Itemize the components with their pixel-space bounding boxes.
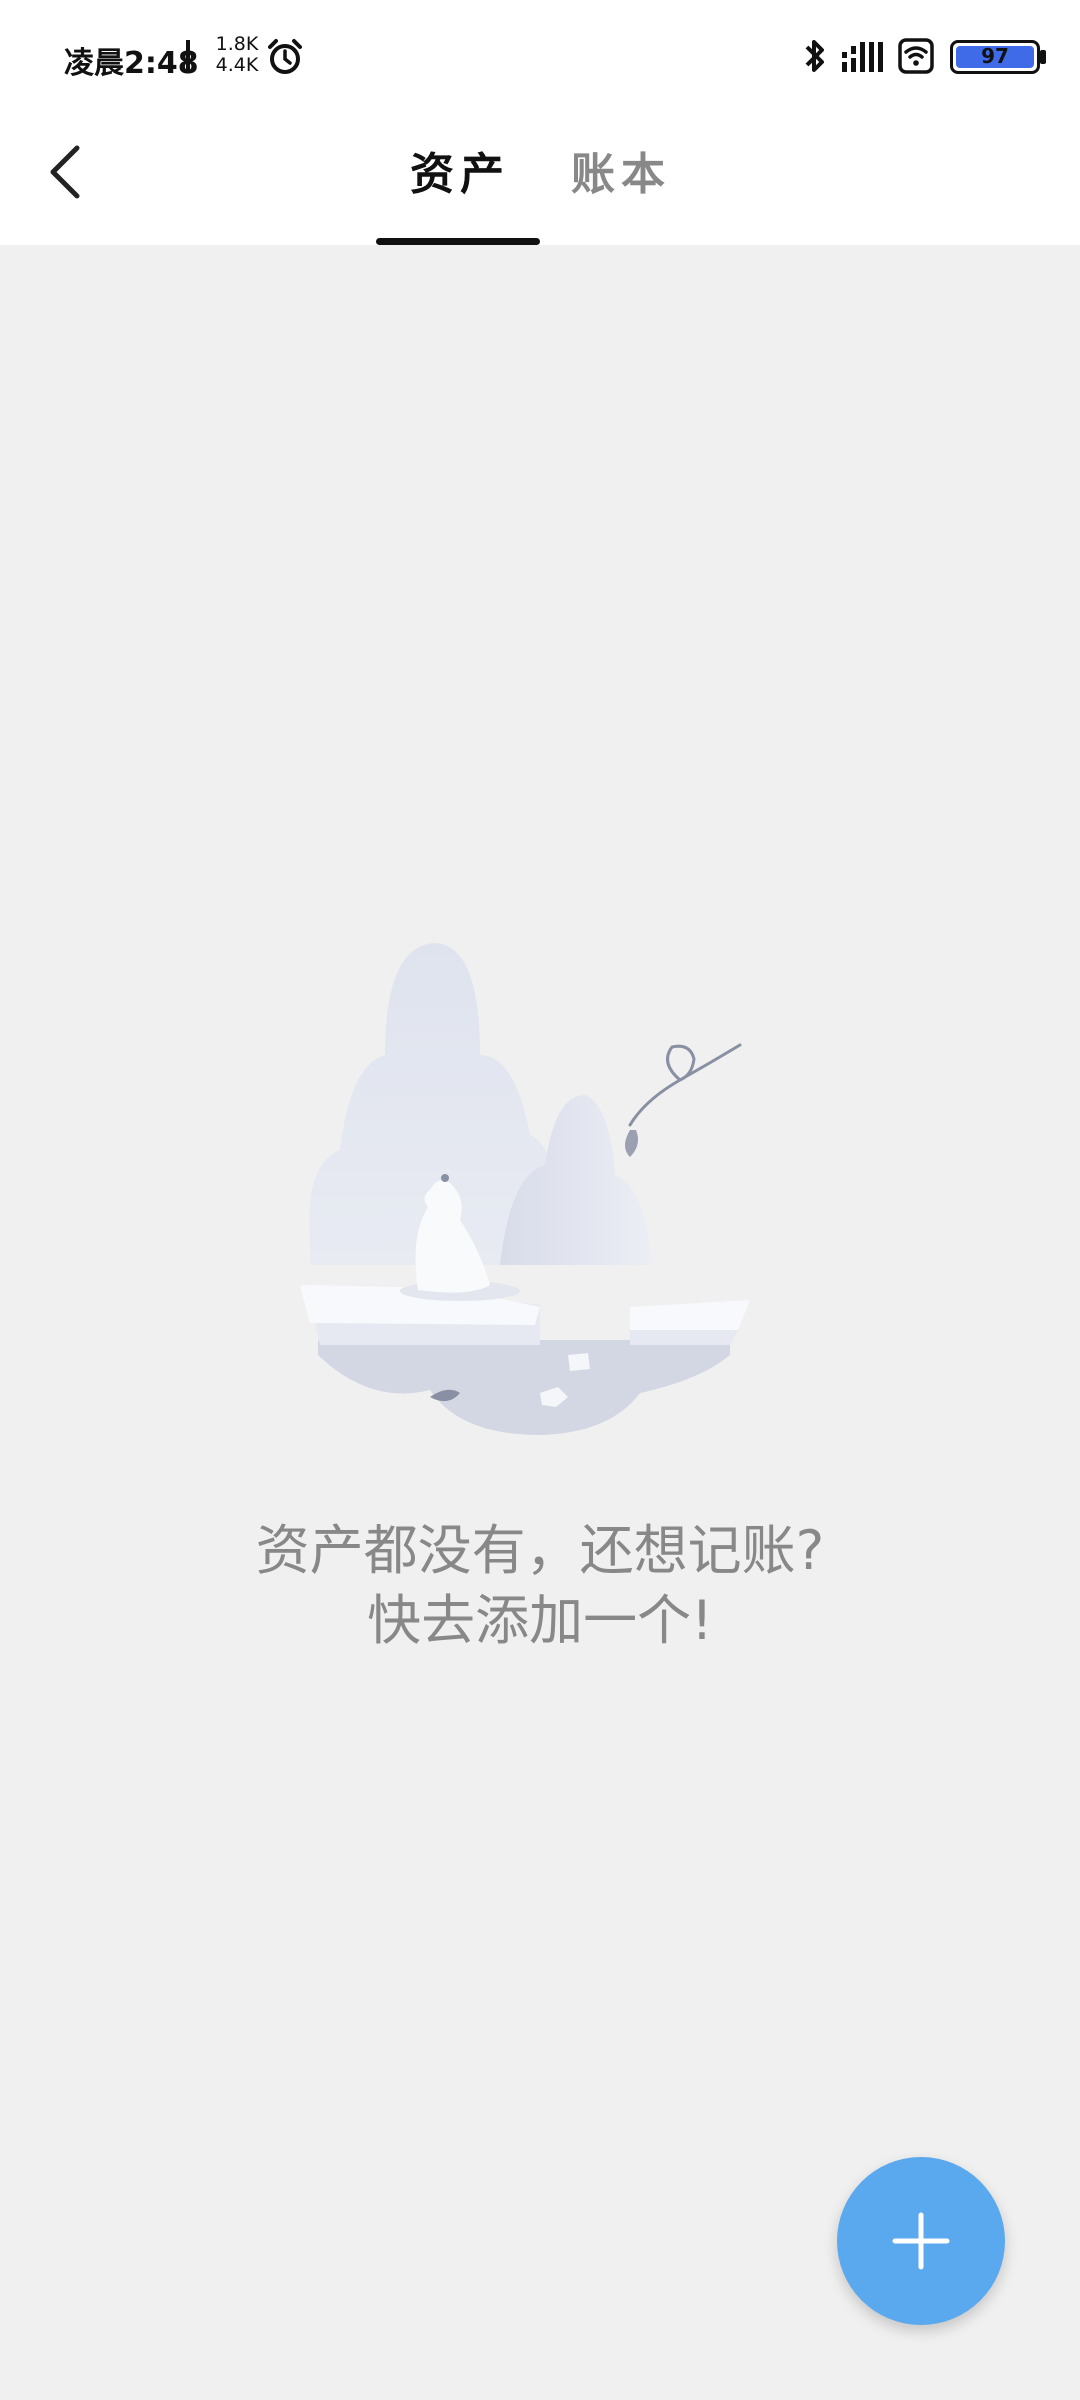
active-tab-indicator (376, 238, 540, 245)
network-speed-down: 4.4K (215, 54, 259, 76)
network-speed: 1.8K 4.4K (212, 34, 262, 76)
back-button[interactable] (30, 132, 100, 212)
battery-icon: 97 (950, 40, 1046, 74)
status-separator (186, 40, 190, 70)
empty-state-message: 资产都没有，还想记账? 快去添加一个! (0, 1516, 1080, 1656)
empty-state-illustration (300, 943, 750, 1435)
bluetooth-icon (805, 40, 824, 72)
empty-state-line-1: 资产都没有，还想记账? (255, 1519, 825, 1582)
alarm-icon (268, 39, 302, 74)
status-icons-right: 97 (780, 0, 1080, 110)
network-speed-up: 1.8K (215, 33, 259, 55)
chevron-left-icon (50, 145, 80, 199)
add-asset-button[interactable] (837, 2157, 1005, 2325)
empty-state-line-2: 快去添加一个! (367, 1589, 713, 1652)
status-time: 凌晨2:48 (64, 46, 199, 81)
status-bar: 凌晨2:48 1.8K 4.4K 97 (0, 0, 1080, 110)
signal-icon (842, 42, 883, 72)
battery-level: 97 (981, 44, 1009, 68)
tab-ledger[interactable]: 账本 (546, 140, 696, 210)
plus-icon (892, 2212, 950, 2270)
tab-assets[interactable]: 资产 (380, 140, 540, 210)
wifi-icon (898, 38, 934, 74)
battery-tip (1040, 50, 1046, 64)
top-navigation: 资产 账本 (0, 110, 1080, 245)
